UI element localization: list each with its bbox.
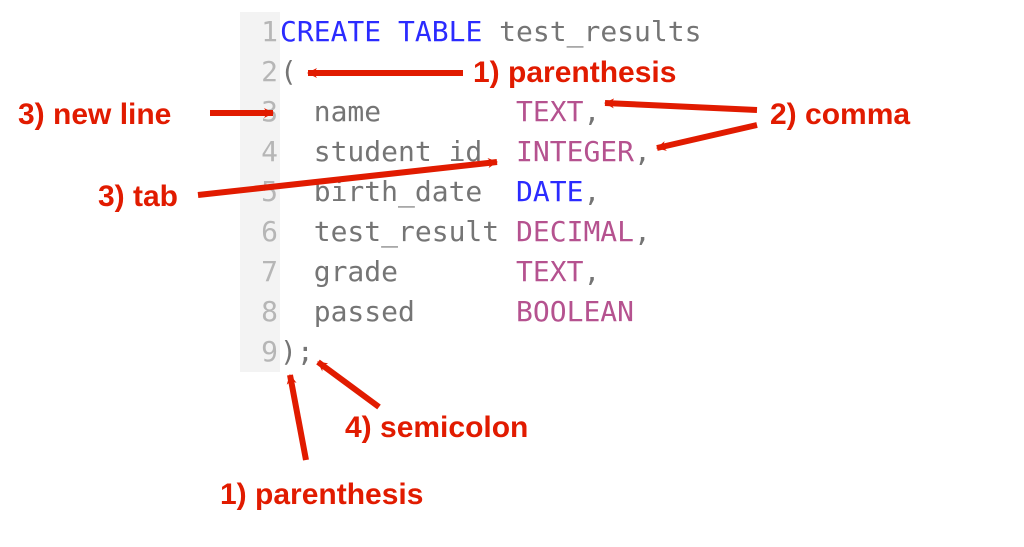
token-kw: TABLE bbox=[398, 15, 482, 48]
code-line-4: 4 student_id INTEGER, bbox=[240, 132, 701, 172]
code-content: grade TEXT, bbox=[280, 252, 600, 292]
code-line-5: 5 birth_date DATE, bbox=[240, 172, 701, 212]
token-plain: birth_date bbox=[280, 175, 516, 208]
code-line-8: 8 passed BOOLEAN bbox=[240, 292, 701, 332]
code-content: test_result DECIMAL, bbox=[280, 212, 651, 252]
code-content: name TEXT, bbox=[280, 92, 600, 132]
code-line-3: 3 name TEXT, bbox=[240, 92, 701, 132]
token-punct: ( bbox=[280, 55, 297, 88]
code-content: ); bbox=[280, 332, 314, 372]
line-number: 3 bbox=[240, 92, 280, 132]
token-punct: , bbox=[583, 175, 600, 208]
line-number: 6 bbox=[240, 212, 280, 252]
line-number: 4 bbox=[240, 132, 280, 172]
code-content: birth_date DATE, bbox=[280, 172, 600, 212]
token-plain: passed bbox=[280, 295, 516, 328]
code-line-6: 6 test_result DECIMAL, bbox=[240, 212, 701, 252]
line-number: 7 bbox=[240, 252, 280, 292]
line-number: 5 bbox=[240, 172, 280, 212]
token-punct: , bbox=[583, 255, 600, 288]
token-kw2: BOOLEAN bbox=[516, 295, 634, 328]
token-kw2: DECIMAL bbox=[516, 215, 634, 248]
annot-newline: 3) new line bbox=[18, 100, 171, 130]
annot-parenthesis-top: 1) parenthesis bbox=[473, 58, 676, 88]
token-kw: DATE bbox=[516, 175, 583, 208]
token-kw: CREATE bbox=[280, 15, 381, 48]
code-content: CREATE TABLE test_results bbox=[280, 12, 701, 52]
line-number: 2 bbox=[240, 52, 280, 92]
code-line-7: 7 grade TEXT, bbox=[240, 252, 701, 292]
code-content: student_id INTEGER, bbox=[280, 132, 651, 172]
code-content: passed BOOLEAN bbox=[280, 292, 634, 332]
annot-tab: 3) tab bbox=[98, 182, 178, 212]
token-kw2: TEXT bbox=[516, 255, 583, 288]
token-punct: , bbox=[634, 215, 651, 248]
token-punct: ); bbox=[280, 335, 314, 368]
annot-parenthesis-bot: 1) parenthesis bbox=[220, 480, 423, 510]
code-line-1: 1CREATE TABLE test_results bbox=[240, 12, 701, 52]
code-line-9: 9); bbox=[240, 332, 701, 372]
stage: 1CREATE TABLE test_results2(3 name TEXT,… bbox=[0, 0, 1024, 547]
token-plain: test_result bbox=[280, 215, 516, 248]
token-plain: test_results bbox=[482, 15, 701, 48]
token-kw2: TEXT bbox=[516, 95, 583, 128]
arrow-parenthesis-bot bbox=[290, 375, 306, 460]
token-plain: student_id bbox=[280, 135, 516, 168]
token-plain: name bbox=[280, 95, 516, 128]
line-number: 9 bbox=[240, 332, 280, 372]
code-content: ( bbox=[280, 52, 297, 92]
annot-semicolon: 4) semicolon bbox=[345, 413, 528, 443]
token-plain: grade bbox=[280, 255, 516, 288]
token-plain bbox=[381, 15, 398, 48]
line-number: 8 bbox=[240, 292, 280, 332]
token-kw2: INTEGER bbox=[516, 135, 634, 168]
line-number: 1 bbox=[240, 12, 280, 52]
annot-comma: 2) comma bbox=[770, 100, 910, 130]
token-punct: , bbox=[583, 95, 600, 128]
token-punct: , bbox=[634, 135, 651, 168]
